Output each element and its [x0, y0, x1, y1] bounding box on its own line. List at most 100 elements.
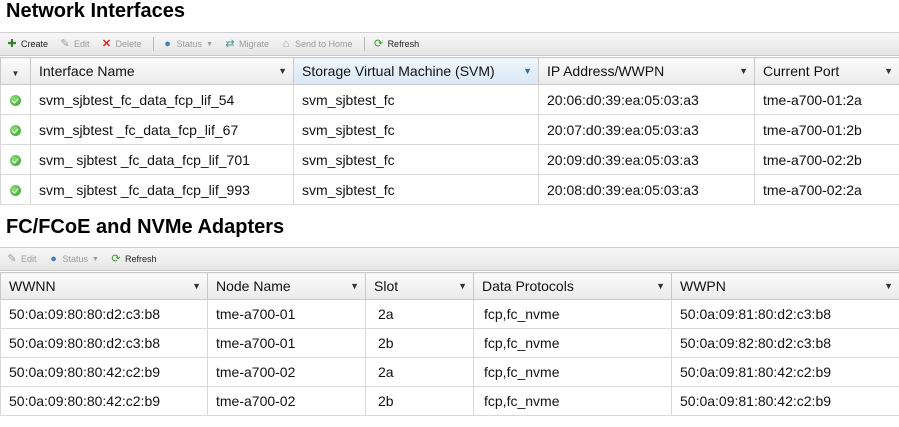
- current-port-cell: tme-a700-02:2b: [754, 144, 899, 175]
- svm-cell: svm_sjbtest_fc: [293, 174, 539, 205]
- edit-icon: ✎: [7, 253, 17, 265]
- svm-cell: svm_sjbtest_fc: [293, 84, 539, 115]
- filter-icon[interactable]: ▼: [350, 281, 359, 291]
- ip-wwpn-column-header[interactable]: IP Address/WWPN ▼: [538, 57, 755, 85]
- status-cell: [0, 84, 31, 115]
- create-label: Create: [21, 39, 49, 49]
- status-column-header[interactable]: ▼: [0, 57, 31, 85]
- status-ok-icon: [10, 95, 21, 107]
- filter-icon[interactable]: ▼: [458, 281, 467, 291]
- adapter-refresh-button[interactable]: ⟳ Refresh: [110, 253, 157, 265]
- create-button[interactable]: ✚ Create: [6, 38, 48, 50]
- table-row[interactable]: 50:0a:09:80:80:42:c2:b9 tme-a700-02 2a f…: [0, 357, 899, 387]
- adapter-edit-button[interactable]: ✎ Edit: [6, 253, 37, 265]
- adapters-title: FC/FCoE and NVMe Adapters: [6, 216, 285, 238]
- table-row[interactable]: svm_sjbtest_fc_data_fcp_lif_54 svm_sjbte…: [0, 84, 899, 115]
- ip-wwpn-cell: 20:09:d0:39:ea:05:03:a3: [538, 144, 755, 175]
- filter-icon[interactable]: ▼: [278, 66, 287, 76]
- adapter-refresh-label: Refresh: [124, 254, 157, 264]
- filter-icon[interactable]: ▼: [739, 66, 748, 76]
- status-icon: ●: [164, 38, 171, 50]
- migrate-button[interactable]: ⇄ Migrate: [224, 38, 269, 50]
- ip-wwpn-cell: 20:06:d0:39:ea:05:03:a3: [538, 84, 755, 115]
- toolbar-separator: [363, 37, 365, 51]
- status-cell: [0, 144, 31, 175]
- adapter-status-dropdown-button[interactable]: ● Status ▼: [48, 253, 99, 265]
- chevron-down-icon: ▼: [206, 40, 213, 48]
- table-row[interactable]: 50:0a:09:80:80:42:c2:b9 tme-a700-02 2b f…: [0, 386, 899, 416]
- filter-icon[interactable]: ▼: [656, 281, 665, 291]
- node-name-cell: tme-a700-01: [207, 328, 366, 358]
- send-to-home-label: Send to Home: [295, 39, 353, 49]
- status-dropdown-button[interactable]: ● Status ▼: [162, 38, 213, 50]
- ip-wwpn-cell: 20:07:d0:39:ea:05:03:a3: [538, 114, 755, 145]
- adapters-table: WWNN ▼ Node Name ▼ Slot ▼ Data Protocols…: [0, 272, 899, 416]
- node-name-cell: tme-a700-02: [207, 357, 366, 387]
- svm-cell: svm_sjbtest_fc: [293, 144, 539, 175]
- filter-icon[interactable]: ▼: [523, 66, 532, 76]
- chevron-down-icon: ▼: [92, 255, 99, 263]
- create-icon: ✚: [7, 38, 17, 50]
- filter-icon[interactable]: ▼: [884, 66, 893, 76]
- delete-button[interactable]: ✕ Delete: [101, 38, 142, 50]
- interface-name-cell: svm_sjbtest _fc_data_fcp_lif_67: [30, 114, 294, 145]
- current-port-cell: tme-a700-01:2a: [754, 84, 899, 115]
- slot-cell: 2a: [365, 299, 474, 329]
- interface-name-cell: svm_ sjbtest _fc_data_fcp_lif_701: [30, 144, 294, 175]
- wwpn-cell: 50:0a:09:81:80:d2:c3:b8: [671, 299, 899, 329]
- filter-icon[interactable]: ▼: [884, 281, 893, 291]
- slot-cell: 2a: [365, 357, 474, 387]
- network-interfaces-title: Network Interfaces: [6, 0, 185, 22]
- edit-button[interactable]: ✎ Edit: [59, 38, 90, 50]
- table-row[interactable]: svm_sjbtest _fc_data_fcp_lif_67 svm_sjbt…: [0, 114, 899, 145]
- toolbar-separator: [152, 37, 154, 51]
- interface-name-cell: svm_ sjbtest _fc_data_fcp_lif_993: [30, 174, 294, 205]
- wwnn-column-header[interactable]: WWNN ▼: [0, 272, 208, 300]
- node-name-column-header[interactable]: Node Name ▼: [207, 272, 366, 300]
- ip-wwpn-cell: 20:08:d0:39:ea:05:03:a3: [538, 174, 755, 205]
- filter-icon[interactable]: ▼: [192, 281, 201, 291]
- current-port-column-header[interactable]: Current Port ▼: [754, 57, 899, 85]
- interface-name-column-header[interactable]: Interface Name ▼: [30, 57, 294, 85]
- status-icon: ●: [50, 253, 57, 265]
- slot-cell: 2b: [365, 386, 474, 416]
- data-protocols-column-header[interactable]: Data Protocols ▼: [473, 272, 672, 300]
- node-name-cell: tme-a700-01: [207, 299, 366, 329]
- table-row[interactable]: 50:0a:09:80:80:d2:c3:b8 tme-a700-01 2a f…: [0, 299, 899, 329]
- wwpn-cell: 50:0a:09:82:80:d2:c3:b8: [671, 328, 899, 358]
- data-protocols-cell: fcp,fc_nvme: [473, 386, 672, 416]
- current-port-cell: tme-a700-02:2a: [754, 174, 899, 205]
- status-cell: [0, 114, 31, 145]
- status-ok-icon: [10, 155, 21, 167]
- data-protocols-cell: fcp,fc_nvme: [473, 328, 672, 358]
- table-row[interactable]: svm_ sjbtest _fc_data_fcp_lif_993 svm_sj…: [0, 174, 899, 205]
- adapters-toolbar: ✎ Edit ● Status ▼ ⟳ Refresh: [0, 247, 899, 271]
- refresh-icon: ⟳: [373, 38, 384, 50]
- wwnn-cell: 50:0a:09:80:80:42:c2:b9: [0, 357, 208, 387]
- table-row[interactable]: svm_ sjbtest _fc_data_fcp_lif_701 svm_sj…: [0, 144, 899, 175]
- network-interfaces-toolbar: ✚ Create ✎ Edit ✕ Delete ● Status ▼ ⇄ Mi…: [0, 32, 899, 56]
- wwnn-cell: 50:0a:09:80:80:d2:c3:b8: [0, 299, 208, 329]
- wwnn-cell: 50:0a:09:80:80:d2:c3:b8: [0, 328, 208, 358]
- network-interfaces-table: ▼ Interface Name ▼ Storage Virtual Machi…: [0, 57, 899, 205]
- svm-cell: svm_sjbtest_fc: [293, 114, 539, 145]
- interface-name-cell: svm_sjbtest_fc_data_fcp_lif_54: [30, 84, 294, 115]
- adapter-edit-label: Edit: [21, 254, 37, 264]
- slot-cell: 2b: [365, 328, 474, 358]
- refresh-button[interactable]: ⟳ Refresh: [373, 38, 419, 50]
- wwpn-column-header[interactable]: WWPN ▼: [671, 272, 899, 300]
- status-cell: [0, 174, 31, 205]
- home-icon: ⌂: [282, 38, 290, 50]
- table-row[interactable]: 50:0a:09:80:80:d2:c3:b8 tme-a700-01 2b f…: [0, 328, 899, 358]
- node-name-cell: tme-a700-02: [207, 386, 366, 416]
- filter-icon[interactable]: ▼: [12, 69, 20, 78]
- adapter-status-label: Status: [62, 254, 89, 264]
- svm-column-header[interactable]: Storage Virtual Machine (SVM) ▼: [293, 57, 539, 85]
- edit-label: Edit: [74, 39, 90, 49]
- edit-icon: ✎: [60, 38, 70, 50]
- slot-column-header[interactable]: Slot ▼: [365, 272, 474, 300]
- status-ok-icon: [10, 125, 21, 137]
- send-to-home-button[interactable]: ⌂ Send to Home: [280, 38, 353, 50]
- status-ok-icon: [10, 185, 21, 197]
- delete-label: Delete: [115, 39, 142, 49]
